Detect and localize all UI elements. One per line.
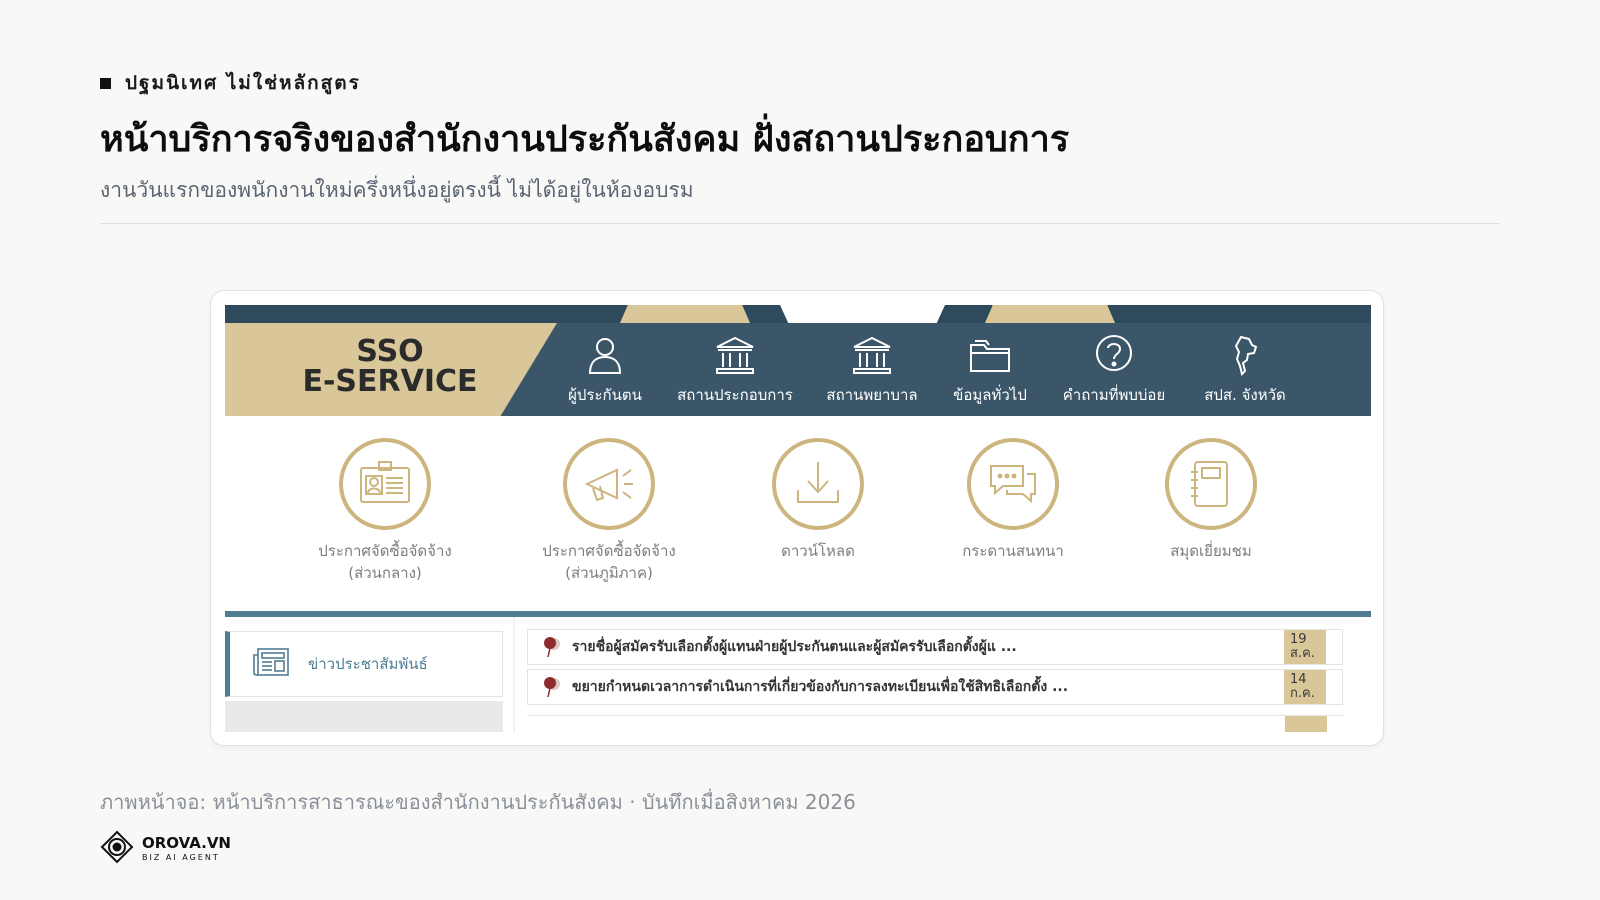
building-icon	[713, 333, 757, 377]
brand-logo[interactable]: SSO E-SERVICE	[280, 337, 500, 397]
main-navbar: SSO E-SERVICE ผู้ประกันตน สถานประกอบการ	[225, 323, 1371, 416]
nav-employer[interactable]: สถานประกอบการ	[670, 333, 800, 407]
service-label-line1: สมุดเยี่ยมชม	[1170, 542, 1252, 560]
pin-icon	[542, 676, 566, 698]
brand-logo-footer: OROVA.VN BIZ AI AGENT	[100, 830, 231, 868]
kicker-square	[100, 77, 111, 89]
newspaper-icon	[252, 645, 290, 683]
service-forum[interactable]: กระดานสนทนา	[913, 438, 1113, 562]
screenshot-frame: SSO E-SERVICE ผู้ประกันตน สถานประกอบการ	[210, 290, 1384, 746]
screenshot-caption: ภาพหน้าจอ: หน้าบริการสาธารณะของสำนักงานป…	[100, 790, 856, 814]
service-label-line1: กระดานสนทนา	[962, 542, 1064, 560]
logo-name: OROVA.VN	[142, 834, 231, 852]
news-item[interactable]: รายชื่อผู้สมัครรับเลือกตั้งผู้แทนฝ่ายผู้…	[527, 629, 1343, 665]
question-icon	[1092, 333, 1136, 377]
pin-icon	[542, 636, 566, 658]
diamond-logo-icon	[100, 830, 134, 868]
service-procurement-central[interactable]: ประกาศจัดซื้อจัดจ้าง (ส่วนกลาง)	[285, 438, 485, 584]
service-guestbook[interactable]: สมุดเยี่ยมชม	[1111, 438, 1311, 562]
news-title[interactable]: ขยายกำหนดเวลาการดำเนินการที่เกี่ยวข้องกั…	[566, 676, 1284, 698]
service-download[interactable]: ดาวน์โหลด	[718, 438, 918, 562]
service-icons-area: ประกาศจัดซื้อจัดจ้าง (ส่วนกลาง) ประกาศจั…	[225, 416, 1371, 611]
megaphone-icon	[563, 438, 655, 530]
tab-news-label: ข่าวประชาสัมพันธ์	[308, 655, 428, 673]
chat-icon	[967, 438, 1059, 530]
nav-provincial[interactable]: สปส. จังหวัด	[1180, 333, 1310, 407]
page-subtitle: งานวันแรกของพนักงานใหม่ครึ่งหนึ่งอยู่ตรง…	[100, 178, 694, 202]
column-divider	[513, 617, 515, 732]
service-procurement-regional[interactable]: ประกาศจัดซื้อจัดจ้าง (ส่วนภูมิภาค)	[509, 438, 709, 584]
nav-insured[interactable]: ผู้ประกันตน	[540, 333, 670, 407]
logo-tagline: BIZ AI AGENT	[142, 853, 220, 862]
top-strip	[225, 305, 1371, 323]
divider	[100, 223, 1500, 224]
news-date: 14 ก.ค.	[1284, 670, 1326, 704]
section-divider-bar	[225, 611, 1371, 617]
news-title[interactable]: รายชื่อผู้สมัครรับเลือกตั้งผู้แทนฝ่ายผู้…	[566, 636, 1284, 658]
person-icon	[583, 333, 627, 377]
service-label-line1: ประกาศจัดซื้อจัดจ้าง	[542, 542, 676, 560]
service-label-line2: (ส่วนภูมิภาค)	[565, 564, 653, 582]
news-item[interactable]: ขยายกำหนดเวลาการดำเนินการที่เกี่ยวข้องกั…	[527, 669, 1343, 705]
service-label-line1: ดาวน์โหลด	[781, 542, 855, 560]
news-date: 19 ส.ค.	[1284, 630, 1326, 664]
hospital-building-icon	[850, 333, 894, 377]
page-title: หน้าบริการจริงของสำนักงานประกันสังคม ฝั่…	[100, 119, 1070, 160]
download-icon	[772, 438, 864, 530]
sso-screenshot: SSO E-SERVICE ผู้ประกันตน สถานประกอบการ	[225, 305, 1371, 732]
kicker: ปฐมนิเทศ ไม่ใช่หลักสูตร	[100, 68, 361, 98]
tab-news[interactable]: ข่าวประชาสัมพันธ์	[225, 631, 503, 697]
nav-faq[interactable]: คำถามที่พบบ่อย	[1049, 333, 1179, 407]
kicker-text: ปฐมนิเทศ ไม่ใช่หลักสูตร	[125, 72, 361, 94]
folder-icon	[968, 333, 1012, 377]
nav-general-info[interactable]: ข้อมูลทั่วไป	[925, 333, 1055, 407]
notebook-icon	[1165, 438, 1257, 530]
news-item-partial	[527, 715, 1343, 732]
nav-hospital[interactable]: สถานพยาบาล	[807, 333, 937, 407]
service-label-line2: (ส่วนกลาง)	[348, 564, 422, 582]
service-label-line1: ประกาศจัดซื้อจัดจ้าง	[318, 542, 452, 560]
thailand-map-icon	[1223, 333, 1267, 377]
tab-secondary[interactable]	[225, 701, 503, 732]
id-card-icon	[339, 438, 431, 530]
